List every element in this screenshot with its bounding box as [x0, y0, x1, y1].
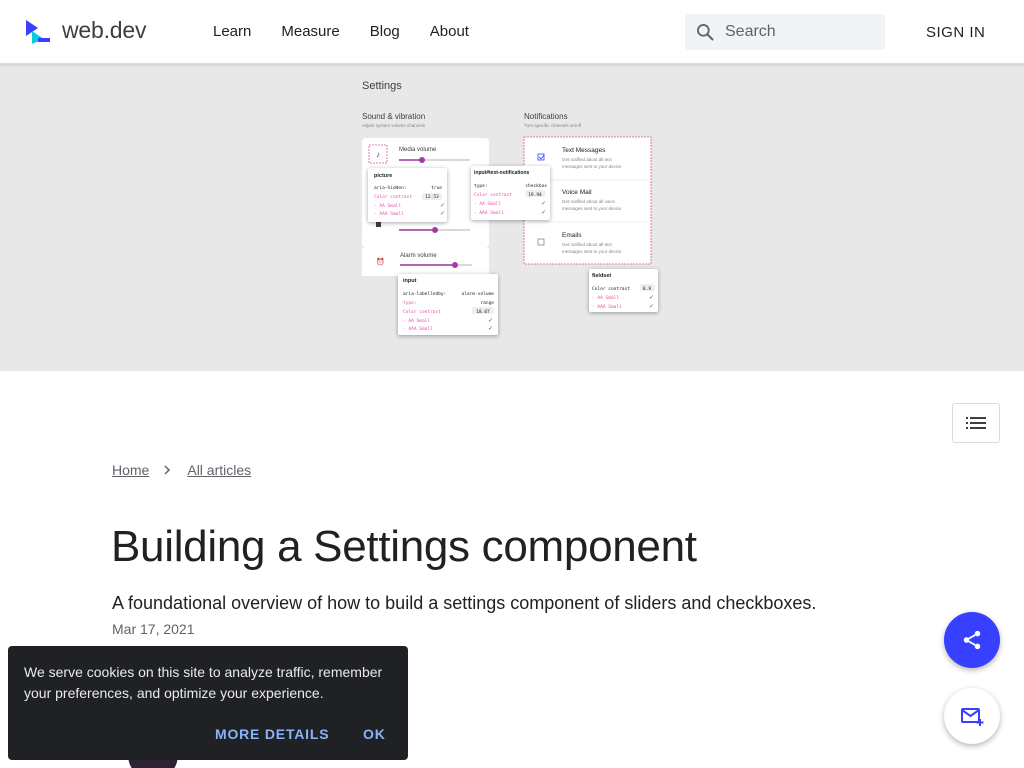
- svg-text:- AA Small: - AA Small: [474, 201, 501, 207]
- publish-date: Mar 17, 2021: [112, 621, 195, 637]
- svg-text:Color contrast: Color contrast: [474, 192, 512, 198]
- nav-measure[interactable]: Measure: [281, 23, 339, 40]
- svg-text:input: input: [403, 278, 417, 284]
- svg-text:- AAA Small: - AAA Small: [474, 210, 504, 216]
- list-icon: [966, 417, 986, 429]
- svg-text:12.53: 12.53: [425, 194, 439, 200]
- svg-text:aria-hidden:: aria-hidden:: [374, 185, 407, 191]
- svg-text:fieldset: fieldset: [592, 273, 611, 279]
- svg-text:Get notified about all text: Get notified about all text: [562, 157, 613, 162]
- tooltip-input: input aria-labelledby: alarm-volume type…: [398, 274, 498, 335]
- svg-text:range: range: [480, 301, 494, 306]
- logo-link[interactable]: web.dev: [24, 17, 146, 44]
- svg-text:♪: ♪: [376, 150, 380, 159]
- breadcrumb-all-articles[interactable]: All articles: [187, 462, 251, 478]
- search-input[interactable]: [725, 23, 875, 41]
- ok-button[interactable]: OK: [363, 726, 386, 742]
- hero-alarm-label: Alarm volume: [400, 253, 437, 259]
- share-icon: [963, 630, 981, 650]
- search-icon: [697, 24, 714, 41]
- svg-text:true: true: [431, 185, 442, 191]
- svg-text:- AAA Small: - AAA Small: [403, 326, 433, 332]
- webdev-logo-icon: [26, 19, 50, 44]
- svg-text:✓: ✓: [649, 304, 654, 310]
- svg-text:picture: picture: [374, 173, 392, 179]
- hero-sound-sub: Adjust system volume channels: [362, 123, 426, 128]
- svg-text:- AA Small: - AA Small: [592, 295, 619, 301]
- page-subtitle: A foundational overview of how to build …: [112, 593, 817, 613]
- svg-text:✓: ✓: [488, 326, 493, 332]
- cookie-banner: We serve cookies on this site to analyze…: [8, 646, 408, 760]
- search-box[interactable]: [685, 14, 885, 50]
- primary-nav: Learn Measure Blog About: [213, 23, 499, 40]
- svg-text:⏰: ⏰: [376, 257, 385, 266]
- svg-text:Get notified about all voice: Get notified about all voice: [562, 199, 616, 204]
- tooltip-text-notifications: input#text-notifications type: checkbox …: [471, 166, 550, 220]
- hero-notif-2-title: Voice Mail: [562, 189, 592, 196]
- svg-text:✓: ✓: [488, 318, 493, 324]
- breadcrumb-home[interactable]: Home: [112, 462, 149, 478]
- svg-text:- AAA Small: - AAA Small: [374, 211, 404, 217]
- svg-text:type:: type:: [403, 300, 417, 306]
- svg-text:alarm-volume: alarm-volume: [461, 291, 494, 297]
- svg-text:Get notified about all text: Get notified about all text: [562, 242, 613, 247]
- subscribe-button[interactable]: [944, 688, 1000, 744]
- sign-in-button[interactable]: SIGN IN: [926, 24, 985, 41]
- svg-text:type:: type:: [474, 183, 488, 189]
- hero-notif-sub: Turn specific channels on/off: [524, 123, 582, 128]
- cookie-text: We serve cookies on this site to analyze…: [24, 664, 383, 701]
- hero-sound-title: Sound & vibration: [362, 112, 425, 121]
- hero-notif-3-title: Emails: [562, 232, 582, 239]
- breadcrumb: Home All articles: [112, 462, 251, 478]
- nav-learn[interactable]: Learn: [213, 23, 251, 40]
- svg-text:✓: ✓: [440, 203, 445, 209]
- svg-text:- AA Small: - AA Small: [403, 318, 430, 324]
- hero-media-label: Media volume: [399, 147, 437, 153]
- svg-text:✓: ✓: [649, 295, 654, 301]
- more-details-button[interactable]: MORE DETAILS: [215, 726, 329, 742]
- nav-blog[interactable]: Blog: [370, 23, 400, 40]
- svg-text:Color contrast: Color contrast: [403, 309, 441, 315]
- logo-text: web.dev: [62, 17, 147, 43]
- page-title: Building a Settings component: [111, 522, 697, 571]
- hero-notif-1-title: Text Messages: [562, 147, 606, 154]
- svg-text:checkbox: checkbox: [525, 183, 547, 189]
- mail-add-icon: [961, 708, 984, 726]
- svg-text:messages sent to your device: messages sent to your device: [562, 249, 622, 254]
- svg-text:18.07: 18.07: [476, 309, 490, 315]
- share-button[interactable]: [944, 612, 1000, 668]
- svg-text:messages sent to your device: messages sent to your device: [562, 164, 622, 169]
- settings-illustration: Settings Sound & vibration Adjust system…: [362, 80, 658, 335]
- svg-text:8.9: 8.9: [643, 286, 651, 292]
- svg-text:- AAA Small: - AAA Small: [592, 304, 622, 310]
- tooltip-fieldset: fieldset Color contrast 8.9 - AA Small ✓…: [589, 269, 658, 312]
- hero-image: Settings Sound & vibration Adjust system…: [0, 64, 1024, 371]
- table-of-contents-button[interactable]: [952, 403, 1000, 443]
- nav-about[interactable]: About: [430, 23, 469, 40]
- svg-text:✓: ✓: [440, 211, 445, 217]
- chevron-right-icon: [164, 465, 171, 475]
- svg-text:- AA Small: - AA Small: [374, 203, 401, 209]
- svg-text:input#text-notifications: input#text-notifications: [474, 170, 529, 176]
- svg-text:✓: ✓: [541, 210, 546, 216]
- svg-text:Color contrast: Color contrast: [592, 286, 630, 292]
- svg-text:messages sent to your device: messages sent to your device: [562, 206, 622, 211]
- tooltip-picture: picture aria-hidden: true Color contrast…: [368, 168, 447, 222]
- svg-text:Color contrast: Color contrast: [374, 194, 412, 200]
- hero-notif-title: Notifications: [524, 112, 568, 121]
- svg-text:✓: ✓: [541, 201, 546, 207]
- hero-heading: Settings: [362, 80, 402, 92]
- svg-text:19.94: 19.94: [528, 192, 542, 198]
- svg-text:aria-labelledby:: aria-labelledby:: [403, 291, 446, 297]
- site-header: web.dev Learn Measure Blog About SIGN IN: [0, 0, 1024, 64]
